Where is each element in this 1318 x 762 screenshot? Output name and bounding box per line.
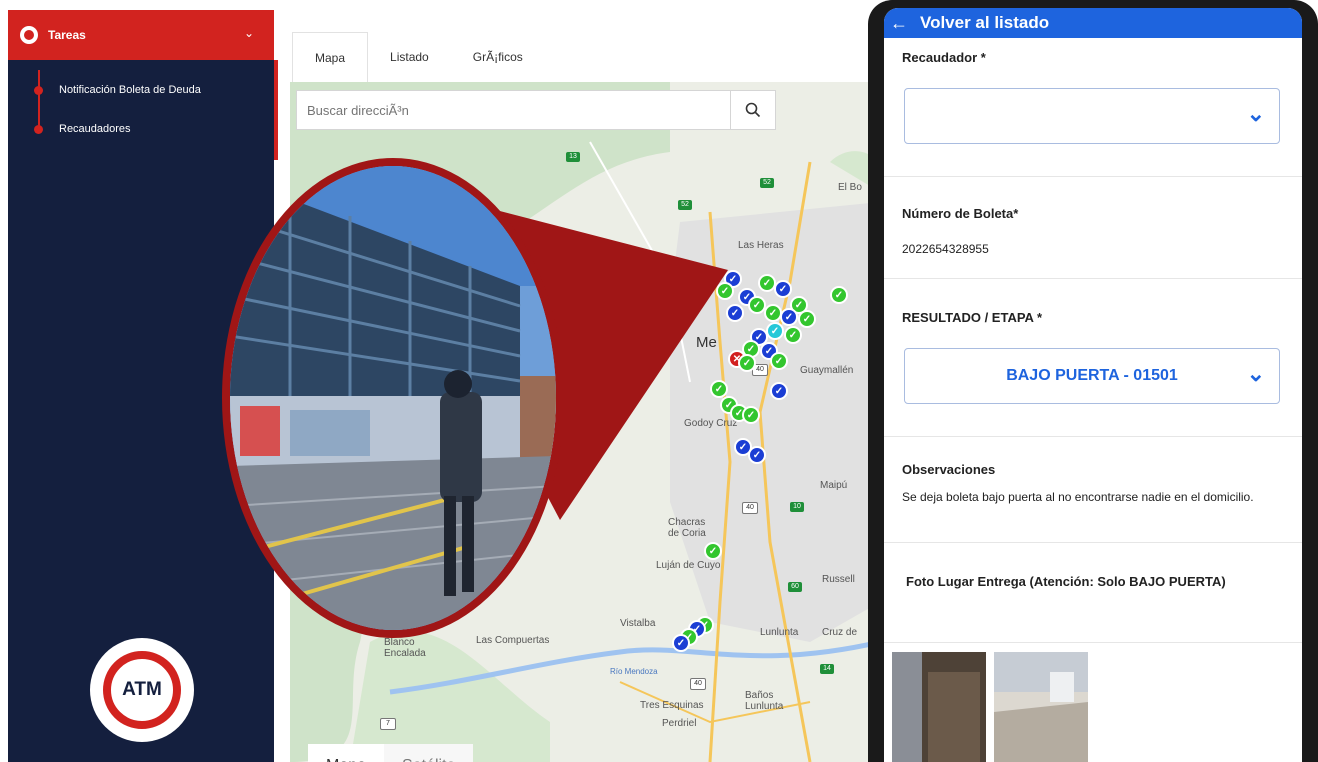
building-photo	[222, 158, 564, 638]
chevron-down-icon: ⌄	[1246, 361, 1265, 386]
resultado-etapa-select[interactable]: BAJO PUERTA - 01501 ⌄	[904, 348, 1280, 404]
photo-thumbnail[interactable]	[994, 652, 1088, 762]
phone-screen: ← Volver al listado Recaudador * ⌄ Númer…	[884, 8, 1302, 762]
resultado-etapa-label: RESULTADO / ETAPA *	[902, 310, 1043, 325]
divider	[884, 542, 1302, 543]
app-bar-title[interactable]: Volver al listado	[920, 13, 1049, 33]
photo-illustration	[230, 166, 556, 630]
thumbnail-image	[994, 652, 1088, 762]
thumbnail-image	[892, 652, 986, 762]
chevron-down-icon: ⌄	[1246, 101, 1265, 126]
recaudador-select[interactable]: ⌄	[904, 88, 1280, 144]
divider	[884, 176, 1302, 177]
numero-boleta-label: Número de Boleta*	[902, 206, 1019, 221]
divider	[884, 278, 1302, 279]
divider	[884, 642, 1302, 643]
divider	[884, 436, 1302, 437]
observaciones-text[interactable]: Se deja boleta bajo puerta al no encontr…	[902, 490, 1294, 504]
observaciones-label: Observaciones	[902, 462, 996, 477]
photo-thumbnail[interactable]	[892, 652, 986, 762]
foto-lugar-label: Foto Lugar Entrega (Atención: Solo BAJO …	[906, 574, 1226, 589]
recaudador-label: Recaudador *	[902, 50, 986, 65]
app-bar: ← Volver al listado	[884, 8, 1302, 38]
resultado-etapa-value: BAJO PUERTA - 01501	[1006, 367, 1178, 384]
back-arrow-icon[interactable]: ←	[890, 13, 908, 34]
phone-frame: ← Volver al listado Recaudador * ⌄ Númer…	[868, 0, 1318, 762]
numero-boleta-value: 2022654328955	[902, 242, 989, 256]
